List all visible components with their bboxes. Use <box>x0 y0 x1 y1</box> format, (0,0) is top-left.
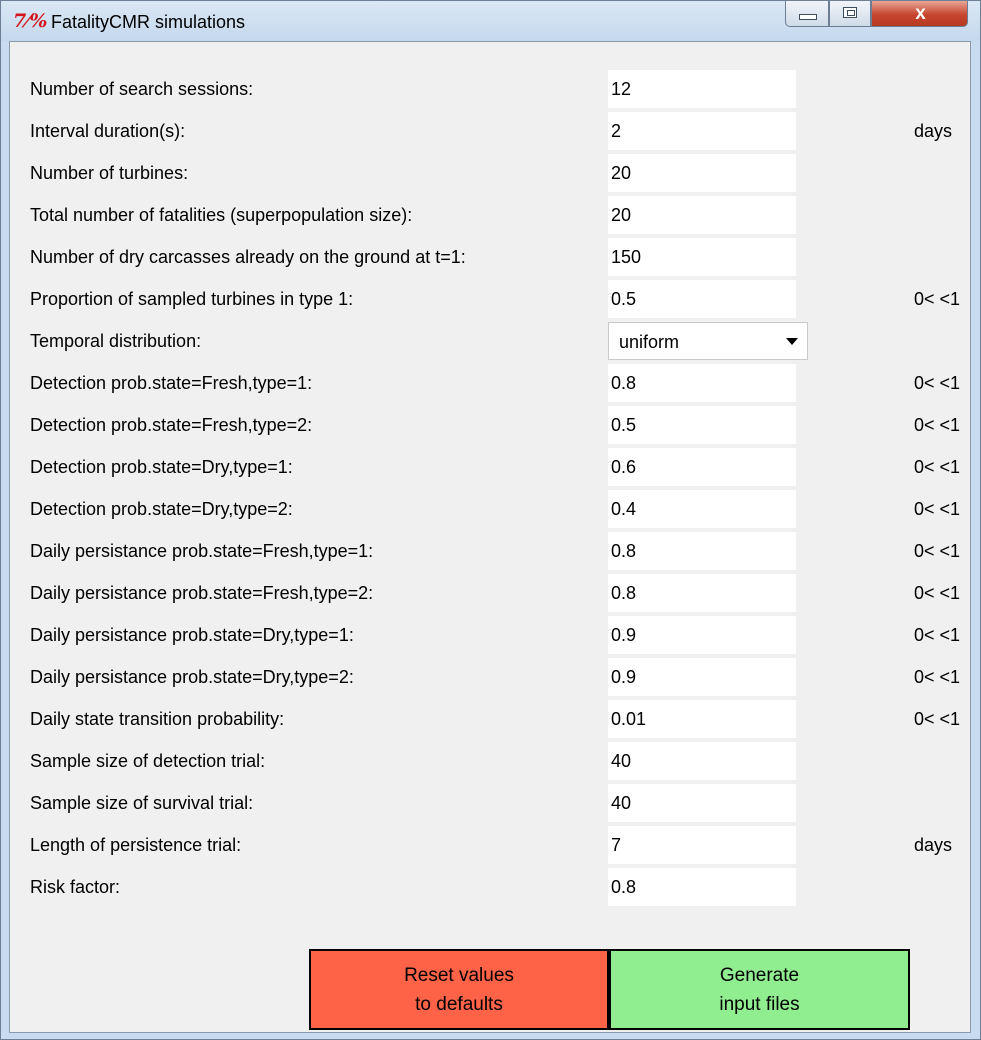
field-row-search-sessions: Number of search sessions: <box>10 70 970 108</box>
selected-option: uniform <box>619 332 680 352</box>
field-row-persistance-dry-type2: Daily persistance prob.state=Dry,type=2:… <box>10 658 970 696</box>
field-label: Detection prob.state=Dry,type=2: <box>30 499 293 519</box>
minimize-icon <box>799 14 817 20</box>
dry-carcasses-input[interactable] <box>608 238 796 276</box>
tk-app-icon: 7⁄% <box>13 10 48 32</box>
field-label: Daily persistance prob.state=Fresh,type=… <box>30 541 374 561</box>
field-row-state-transition: Daily state transition probability: 0< <… <box>10 700 970 738</box>
field-row-dry-carcasses: Number of dry carcasses already on the g… <box>10 238 970 276</box>
interval-duration-input[interactable] <box>608 112 796 150</box>
field-label: Detection prob.state=Fresh,type=1: <box>30 373 313 393</box>
field-unit: 0< <1 <box>914 499 961 519</box>
field-label: Interval duration(s): <box>30 121 186 141</box>
window-title: FatalityCMR simulations <box>51 12 246 32</box>
button-label: Generate <box>719 964 800 986</box>
survival-trial-size-input[interactable] <box>608 784 796 822</box>
field-row-detection-fresh-type1: Detection prob.state=Fresh,type=1: 0< <1 <box>10 364 970 402</box>
field-label: Detection prob.state=Dry,type=1: <box>30 457 293 477</box>
field-label: Risk factor: <box>30 877 121 897</box>
field-row-total-fatalities: Total number of fatalities (superpopulat… <box>10 196 970 234</box>
detection-dry-type2-input[interactable] <box>608 490 796 528</box>
field-unit: 0< <1 <box>914 289 961 309</box>
field-row-detection-dry-type1: Detection prob.state=Dry,type=1: 0< <1 <box>10 448 970 486</box>
field-row-temporal-distribution: Temporal distribution: uniform <box>10 322 970 360</box>
turbines-input[interactable] <box>608 154 796 192</box>
persistance-fresh-type1-input[interactable] <box>608 532 796 570</box>
minimize-button[interactable] <box>785 1 829 27</box>
field-label: Number of dry carcasses already on the g… <box>30 247 466 267</box>
field-unit: 0< <1 <box>914 415 961 435</box>
risk-factor-input[interactable] <box>608 868 796 906</box>
field-label: Sample size of survival trial: <box>30 793 254 813</box>
field-unit: 0< <1 <box>914 541 961 561</box>
total-fatalities-input[interactable] <box>608 196 796 234</box>
detection-trial-size-input[interactable] <box>608 742 796 780</box>
field-row-turbines: Number of turbines: <box>10 154 970 192</box>
field-label: Number of turbines: <box>30 163 189 183</box>
field-unit: days <box>914 121 953 141</box>
field-label: Number of search sessions: <box>30 79 254 99</box>
field-label: Temporal distribution: <box>30 331 202 351</box>
close-button[interactable]: x <box>871 1 968 27</box>
field-unit: 0< <1 <box>914 583 961 603</box>
field-unit: 0< <1 <box>914 373 961 393</box>
field-label: Daily persistance prob.state=Dry,type=1: <box>30 625 354 645</box>
field-row-survival-trial-size: Sample size of survival trial: <box>10 784 970 822</box>
temporal-distribution-select[interactable]: uniform <box>608 322 808 360</box>
field-row-persistance-dry-type1: Daily persistance prob.state=Dry,type=1:… <box>10 616 970 654</box>
close-icon: x <box>915 3 926 24</box>
state-transition-input[interactable] <box>608 700 796 738</box>
button-label: Reset values <box>404 964 514 986</box>
persistance-dry-type2-input[interactable] <box>608 658 796 696</box>
field-row-detection-dry-type2: Detection prob.state=Dry,type=2: 0< <1 <box>10 490 970 528</box>
field-label: Daily persistance prob.state=Fresh,type=… <box>30 583 374 603</box>
field-label: Daily state transition probability: <box>30 709 285 729</box>
persistance-dry-type1-input[interactable] <box>608 616 796 654</box>
field-label: Length of persistence trial: <box>30 835 242 855</box>
field-row-detection-fresh-type2: Detection prob.state=Fresh,type=2: 0< <1 <box>10 406 970 444</box>
detection-dry-type1-input[interactable] <box>608 448 796 486</box>
persistence-trial-length-input[interactable] <box>608 826 796 864</box>
dropdown-arrow-icon <box>786 338 798 345</box>
app-window: 7⁄% FatalityCMR simulations x Number of … <box>0 0 981 1040</box>
search-sessions-input[interactable] <box>608 70 796 108</box>
field-unit: days <box>914 835 953 855</box>
maximize-button[interactable] <box>829 1 871 27</box>
field-label: Proportion of sampled turbines in type 1… <box>30 289 354 309</box>
persistance-fresh-type2-input[interactable] <box>608 574 796 612</box>
reset-defaults-button[interactable]: Reset values to defaults <box>309 949 609 1030</box>
button-label: input files <box>719 993 800 1015</box>
field-row-persistence-trial-length: Length of persistence trial: days <box>10 826 970 864</box>
field-unit: 0< <1 <box>914 709 961 729</box>
field-label: Daily persistance prob.state=Dry,type=2: <box>30 667 354 687</box>
detection-fresh-type2-input[interactable] <box>608 406 796 444</box>
title-bar[interactable]: 7⁄% FatalityCMR simulations x <box>1 1 980 41</box>
proportion-type1-input[interactable] <box>608 280 796 318</box>
field-row-proportion-type1: Proportion of sampled turbines in type 1… <box>10 280 970 318</box>
detection-fresh-type1-input[interactable] <box>608 364 796 402</box>
field-row-detection-trial-size: Sample size of detection trial: <box>10 742 970 780</box>
field-row-persistance-fresh-type1: Daily persistance prob.state=Fresh,type=… <box>10 532 970 570</box>
field-label: Sample size of detection trial: <box>30 751 266 771</box>
field-label: Detection prob.state=Fresh,type=2: <box>30 415 313 435</box>
field-label: Total number of fatalities (superpopulat… <box>30 205 413 225</box>
field-unit: 0< <1 <box>914 457 961 477</box>
field-row-persistance-fresh-type2: Daily persistance prob.state=Fresh,type=… <box>10 574 970 612</box>
field-unit: 0< <1 <box>914 667 961 687</box>
field-row-interval-duration: Interval duration(s): days <box>10 112 970 150</box>
button-label: to defaults <box>415 993 503 1015</box>
form-panel: Number of search sessions: Interval dura… <box>9 41 971 1033</box>
generate-input-files-button[interactable]: Generate input files <box>609 949 910 1030</box>
maximize-icon <box>843 7 857 18</box>
field-unit: 0< <1 <box>914 625 961 645</box>
field-row-risk-factor: Risk factor: <box>10 868 970 906</box>
